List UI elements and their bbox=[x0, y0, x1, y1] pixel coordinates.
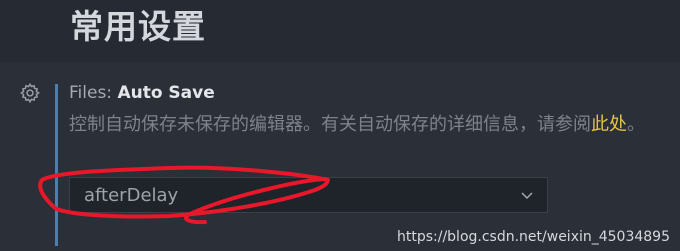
gear-icon[interactable] bbox=[19, 82, 41, 104]
section-title: 常用设置 bbox=[70, 7, 206, 46]
description-text: 控制自动保存未保存的编辑器。有关自动保存的详细信息，请参阅 bbox=[69, 114, 591, 135]
dropdown-value: afterDelay bbox=[84, 185, 179, 206]
setting-category: Files: bbox=[69, 83, 118, 103]
focus-indicator bbox=[55, 84, 58, 246]
chevron-down-icon bbox=[519, 187, 535, 203]
auto-save-dropdown[interactable]: afterDelay bbox=[69, 177, 548, 213]
description-end: 。 bbox=[627, 114, 645, 135]
watermark: https://blog.csdn.net/weixin_45034895 bbox=[396, 229, 670, 245]
setting-description: 控制自动保存未保存的编辑器。有关自动保存的详细信息，请参阅此处。 bbox=[69, 111, 669, 138]
setting-item-files-auto-save: Files: Auto Save 控制自动保存未保存的编辑器。有关自动保存的详细… bbox=[0, 62, 680, 251]
setting-name: Auto Save bbox=[117, 83, 215, 103]
setting-title: Files: Auto Save bbox=[69, 81, 215, 105]
description-link[interactable]: 此处 bbox=[591, 114, 627, 135]
